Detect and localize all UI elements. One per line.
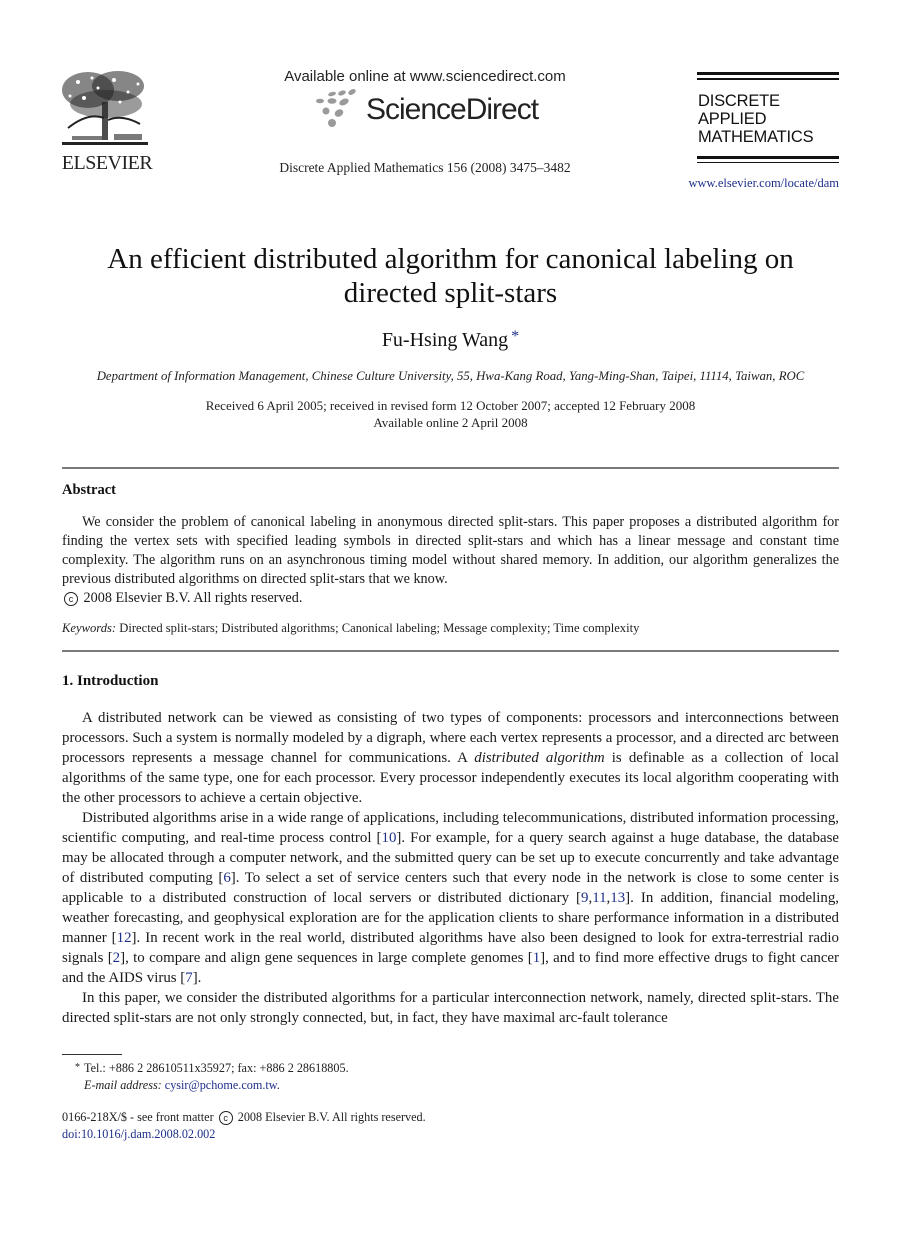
journal-masthead: DISCRETE APPLIED MATHEMATICS bbox=[697, 72, 839, 163]
email-label: E-mail address: bbox=[84, 1078, 162, 1092]
abstract-body: We consider the problem of canonical lab… bbox=[62, 513, 839, 608]
author-footnote-marker[interactable]: * bbox=[511, 328, 519, 345]
citation-link[interactable]: 13 bbox=[610, 890, 625, 906]
citation-link[interactable]: 11 bbox=[592, 890, 606, 906]
copyright-icon: c bbox=[218, 1111, 233, 1125]
received-dates: Received 6 April 2005; received in revis… bbox=[205, 398, 696, 413]
divider-top bbox=[62, 467, 839, 469]
journal-title-line: DISCRETE bbox=[698, 91, 780, 110]
contact-text: Tel.: +886 2 28610511x35927; fax: +886 2… bbox=[84, 1061, 349, 1075]
sciencedirect-availability: Available online at www.sciencedirect.co… bbox=[284, 68, 566, 85]
keywords: Keywords: Directed split-stars; Distribu… bbox=[62, 621, 839, 636]
masthead-rule-bottom-thin bbox=[697, 161, 839, 163]
affiliation: Department of Information Management, Ch… bbox=[96, 369, 805, 383]
elsevier-wordmark: ELSEVIER bbox=[61, 152, 153, 174]
journal-title: DISCRETE APPLIED MATHEMATICS bbox=[698, 92, 839, 146]
citation-link[interactable]: 6 bbox=[223, 870, 230, 886]
footnote-contact: * Tel.: +886 2 28610511x35927; fax: +886 … bbox=[62, 1059, 662, 1077]
copyright-icon: c bbox=[64, 592, 78, 606]
journal-title-line: APPLIED bbox=[698, 109, 767, 128]
citation-link[interactable]: 7 bbox=[185, 970, 192, 986]
abstract-text: We consider the problem of canonical lab… bbox=[62, 514, 839, 587]
keywords-label: Keywords: bbox=[62, 621, 117, 635]
text-span: . bbox=[276, 1078, 280, 1092]
front-matter: 0166-218X/$ - see front matter c 2008 El… bbox=[62, 1109, 662, 1143]
footnote-email: E-mail address: cysir@pchome.com.tw. bbox=[62, 1077, 662, 1094]
issn-text: 0166-218X/$ - see front matter bbox=[62, 1110, 214, 1124]
sciencedirect-dots-icon bbox=[316, 89, 356, 127]
section-heading-introduction: 1. Introduction bbox=[62, 673, 159, 689]
elsevier-logo: ELSEVIER bbox=[58, 68, 156, 176]
paper-title: An efficient distributed algorithm for c… bbox=[107, 243, 794, 309]
email-link[interactable]: cysir@pchome.com.tw bbox=[165, 1078, 277, 1092]
article-dates: Received 6 April 2005; received in revis… bbox=[62, 397, 839, 431]
sciencedirect-wordmark: ScienceDirect bbox=[366, 93, 539, 126]
journal-title-line: MATHEMATICS bbox=[698, 127, 814, 146]
abstract-heading: Abstract bbox=[62, 482, 116, 498]
text-span: ]. bbox=[192, 970, 202, 986]
issn-line: 0166-218X/$ - see front matter c 2008 El… bbox=[62, 1109, 662, 1126]
divider-bottom bbox=[62, 650, 839, 652]
citation-link[interactable]: 10 bbox=[382, 830, 397, 846]
footnote-rule bbox=[62, 1054, 122, 1055]
rights-text: 2008 Elsevier B.V. All rights reserved. bbox=[237, 1110, 426, 1124]
keywords-list: Directed split-stars; Distributed algori… bbox=[119, 621, 640, 635]
doi-link[interactable]: doi:10.1016/j.dam.2008.02.002 bbox=[62, 1127, 215, 1141]
journal-citation: Discrete Applied Mathematics 156 (2008) … bbox=[279, 160, 571, 175]
emphasis-term: distributed algorithm bbox=[474, 750, 605, 766]
copyright-text: 2008 Elsevier B.V. All rights reserved. bbox=[83, 590, 303, 606]
introduction-body: A distributed network can be viewed as c… bbox=[62, 708, 839, 1028]
journal-url-link[interactable]: www.elsevier.com/locate/dam bbox=[640, 176, 839, 191]
available-online-date: Available online 2 April 2008 bbox=[373, 415, 528, 430]
paragraph: In this paper, we consider the distribut… bbox=[62, 990, 839, 1026]
author-line: Fu-Hsing Wang * bbox=[62, 328, 839, 352]
masthead-rule-top-thin bbox=[697, 78, 839, 80]
masthead-rule-bottom bbox=[697, 155, 839, 159]
text-span: ], to compare and align gene sequences i… bbox=[120, 950, 533, 966]
paragraph: A distributed network can be viewed as c… bbox=[62, 708, 839, 808]
abstract-copyright: c 2008 Elsevier B.V. All rights reserved… bbox=[62, 589, 839, 608]
elsevier-tree-icon bbox=[62, 71, 148, 145]
citation-link[interactable]: 12 bbox=[117, 930, 132, 946]
footnote-marker: * bbox=[75, 1062, 80, 1073]
author-name: Fu-Hsing Wang bbox=[381, 329, 509, 351]
paragraph: Distributed algorithms arise in a wide r… bbox=[62, 808, 839, 988]
masthead-rule-top bbox=[697, 72, 839, 75]
footnote: * Tel.: +886 2 28610511x35927; fax: +886 … bbox=[62, 1059, 662, 1094]
citation-link[interactable]: 2 bbox=[113, 950, 120, 966]
sciencedirect-logo: ScienceDirect bbox=[308, 88, 548, 132]
